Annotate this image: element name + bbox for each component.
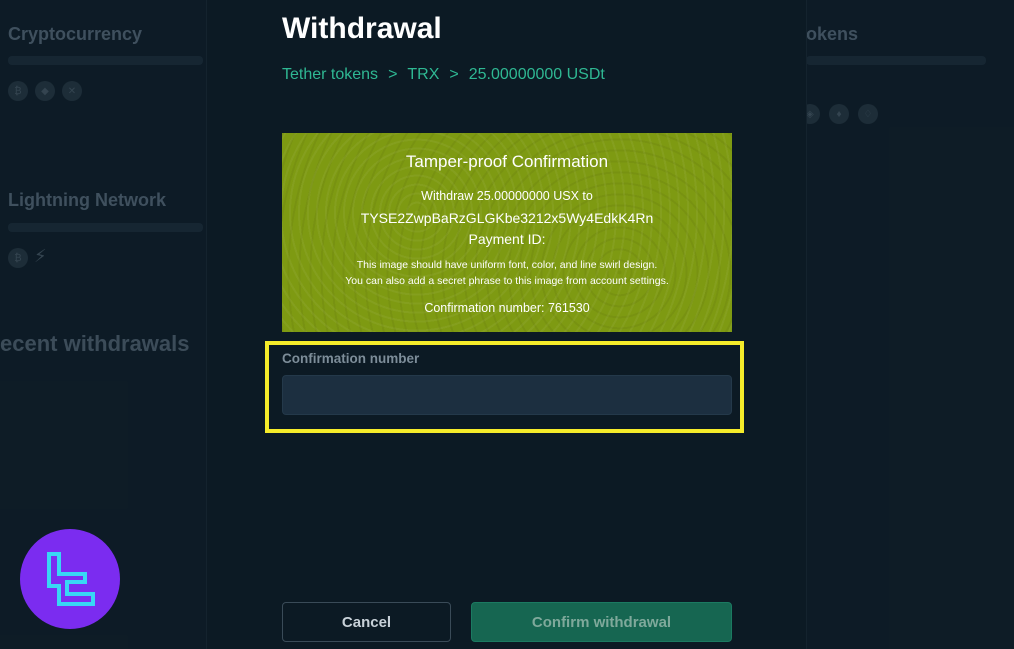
breadcrumb-separator: > [449,66,459,83]
tamper-withdraw-line: Withdraw 25.00000000 USX to [421,189,593,203]
tamper-confirmation-number: Confirmation number: 761530 [424,301,590,315]
tamper-address: TYSE2ZwpBaRzGLGKbe3212x5Wy4EdkK4Rn [360,210,654,226]
breadcrumb: Tether tokens > TRX > 25.00000000 USDt [282,66,605,84]
tamper-payment-id: Payment ID: [468,231,546,247]
breadcrumb-item-amount: 25.00000000 USDt [468,66,605,83]
breadcrumb-item-trx[interactable]: TRX [407,66,439,84]
cancel-button[interactable]: Cancel [282,602,451,642]
tamper-note-2: You can also add a secret phrase to this… [345,275,669,287]
confirm-withdrawal-button[interactable]: Confirm withdrawal [471,602,732,642]
brand-logo [20,529,120,629]
modal-title: Withdrawal [282,12,442,45]
tamper-note-1: This image should have uniform font, col… [356,259,658,271]
breadcrumb-separator: > [388,66,398,83]
breadcrumb-item-tether-tokens[interactable]: Tether tokens [282,66,378,84]
confirmation-number-input[interactable] [282,375,732,415]
confirmation-number-label: Confirmation number [282,351,420,366]
withdrawal-modal: Withdrawal Tether tokens > TRX > 25.0000… [207,0,806,649]
tamper-title: Tamper-proof Confirmation [405,152,609,171]
tamper-proof-confirmation-image: Tamper-proof Confirmation Withdraw 25.00… [282,133,732,332]
brand-logo-icon [47,552,95,606]
